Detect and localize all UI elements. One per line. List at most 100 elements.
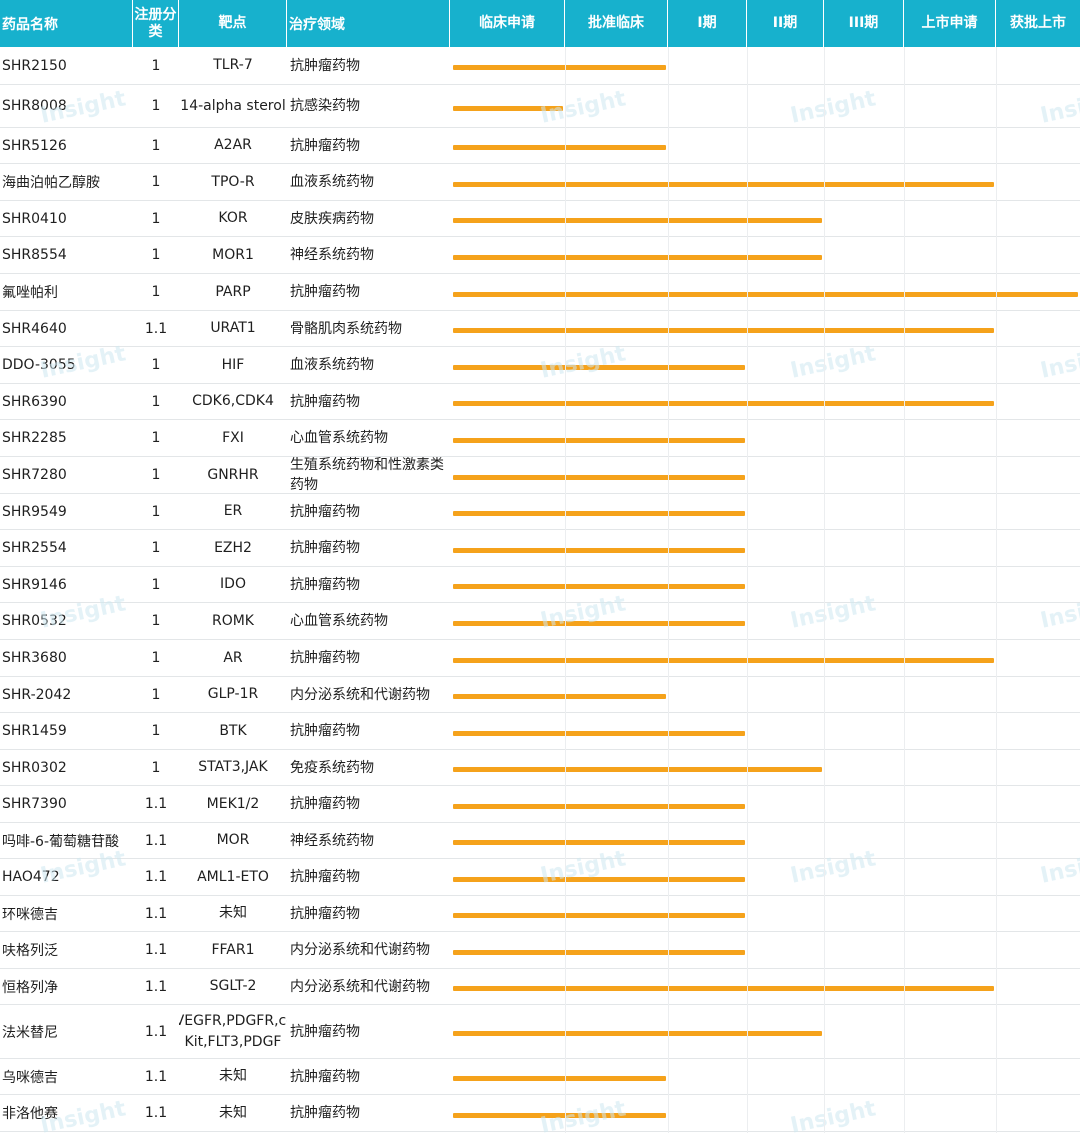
table-row: 非洛他赛 1.1 未知 抗肿瘤药物 [0, 1095, 1080, 1132]
registration-class: 1 [151, 57, 161, 74]
progress-bar [453, 767, 822, 772]
stage-gridline [747, 47, 748, 1133]
drug-name: SHR9146 [2, 576, 67, 593]
table-row: SHR9549 1 ER 抗肿瘤药物 [0, 494, 1080, 530]
header-area: 治疗领域 [287, 0, 450, 47]
therapeutic-area: 抗感染药物 [290, 98, 360, 114]
table-row: DDO-3055 1 HIF 血液系统药物 [0, 347, 1080, 384]
therapeutic-area: 抗肿瘤药物 [290, 284, 360, 300]
therapeutic-area: 免疫系统药物 [290, 759, 374, 776]
progress-bar [453, 292, 1078, 297]
registration-class: 1 [151, 430, 161, 446]
target: STAT3,JAK [198, 759, 268, 775]
table-row: 恒格列净 1.1 SGLT-2 内分泌系统和代谢药物 [0, 969, 1080, 1005]
registration-class: 1 [151, 393, 161, 410]
registration-class: 1 [151, 210, 161, 227]
progress-bar [453, 401, 994, 406]
table-row: SHR8008 1 14-alpha sterol 抗感染药物 [0, 85, 1080, 128]
registration-class: 1 [151, 467, 161, 483]
target: HIF [221, 356, 245, 373]
table-row: 乌咪德吉 1.1 未知 抗肿瘤药物 [0, 1059, 1080, 1095]
progress-bar [453, 840, 745, 845]
drug-name: 环咪德吉 [2, 906, 58, 923]
stage-gridline [904, 47, 905, 1133]
drug-name: SHR5126 [2, 137, 67, 154]
table-row: SHR9146 1 IDO 抗肿瘤药物 [0, 567, 1080, 603]
progress-bar [453, 1113, 666, 1118]
registration-class: 1.1 [144, 796, 168, 812]
table-row: 氟唑帕利 1 PARP 抗肿瘤药物 [0, 274, 1080, 311]
target: BTK [219, 722, 247, 739]
stage-gridline [824, 47, 825, 1133]
target: MEK1/2 [206, 795, 260, 812]
drug-name: 吗啡-6-葡萄糖苷酸 [2, 833, 120, 850]
therapeutic-area: 抗肿瘤药物 [290, 393, 360, 410]
therapeutic-area: 心血管系统药物 [290, 430, 388, 446]
therapeutic-area: 抗肿瘤药物 [290, 1068, 360, 1085]
drug-name: SHR8554 [2, 247, 67, 263]
progress-bar [453, 986, 994, 991]
therapeutic-area: 抗肿瘤药物 [290, 1023, 360, 1040]
therapeutic-area: 心血管系统药物 [290, 613, 388, 629]
registration-class: 1.1 [144, 832, 168, 849]
header-row: 药品名称 注册分类 靶点 治疗领域 临床申请 批准临床 I期 II期 III期 … [0, 0, 1080, 47]
table-row: 法米替尼 1.1 VEGFR,PDGFR,c-Kit,FLT3,PDGF 抗肿瘤药物 [0, 1005, 1080, 1059]
registration-class: 1.1 [144, 978, 168, 995]
therapeutic-area: 内分泌系统和代谢药物 [290, 686, 430, 703]
progress-bar [453, 182, 994, 187]
table-row: SHR0302 1 STAT3,JAK 免疫系统药物 [0, 750, 1080, 786]
table-row: 环咪德吉 1.1 未知 抗肿瘤药物 [0, 896, 1080, 932]
target: TLR-7 [213, 57, 253, 73]
table-row: SHR6390 1 CDK6,CDK4 抗肿瘤药物 [0, 384, 1080, 420]
drug-name: SHR2554 [2, 540, 67, 556]
drug-name: 乌咪德吉 [2, 1069, 58, 1086]
registration-class: 1 [151, 357, 161, 373]
registration-class: 1 [151, 650, 161, 666]
therapeutic-area: 神经系统药物 [290, 832, 374, 849]
drug-name: 非洛他赛 [2, 1106, 58, 1122]
therapeutic-area: 抗肿瘤药物 [290, 796, 360, 812]
target: TPO-R [211, 173, 255, 190]
registration-class: 1 [151, 137, 161, 154]
drug-name: SHR8008 [2, 98, 67, 114]
header-stage-phase3: III期 [824, 0, 904, 47]
progress-bar [453, 106, 563, 111]
header-stage-nda: 上市申请 [904, 0, 996, 47]
table-row: SHR7280 1 GNRHR 生殖系统药物和性激素类药物 [0, 457, 1080, 494]
therapeutic-area: 血液系统药物 [290, 174, 374, 190]
registration-class: 1 [151, 723, 161, 739]
header-stage-approved: 获批上市 [1010, 15, 1066, 31]
target: PARP [215, 283, 251, 300]
therapeutic-area: 抗肿瘤药物 [290, 137, 360, 154]
drug-name: SHR2150 [2, 57, 67, 74]
drug-name: HAO472 [2, 869, 60, 885]
table-row: SHR-2042 1 GLP-1R 内分泌系统和代谢药物 [0, 677, 1080, 713]
header-stage-phase1: I期 [668, 0, 747, 47]
registration-class: 1 [151, 98, 161, 114]
drug-name: 法米替尼 [2, 1024, 58, 1041]
stage-gridline [565, 47, 566, 1133]
target: A2AR [214, 137, 252, 153]
therapeutic-area: 抗肿瘤药物 [290, 723, 360, 739]
registration-class: 1 [151, 174, 161, 190]
registration-class: 1 [151, 613, 161, 629]
registration-class: 1 [151, 686, 161, 703]
progress-bar [453, 694, 666, 699]
table-row: SHR8554 1 MOR1 神经系统药物 [0, 237, 1080, 274]
target: KOR [218, 210, 248, 226]
therapeutic-area: 神经系统药物 [290, 247, 374, 263]
progress-bar [453, 658, 994, 663]
target: MOR [216, 832, 250, 848]
therapeutic-area: 抗肿瘤药物 [290, 540, 360, 556]
target: 14-alpha sterol [180, 97, 286, 114]
header-target: 靶点 [179, 0, 287, 47]
drug-name: 呋格列泛 [2, 943, 58, 959]
drug-name: SHR0302 [2, 759, 67, 776]
progress-bar [453, 1076, 666, 1081]
therapeutic-area: 抗肿瘤药物 [290, 905, 360, 922]
header-stage-clinical-application: 临床申请 [450, 0, 565, 47]
table-row: SHR2150 1 TLR-7 抗肿瘤药物 [0, 47, 1080, 85]
registration-class: 1.1 [144, 1023, 168, 1040]
header-stage-clinical-approval: 批准临床 [565, 0, 668, 47]
progress-bar [453, 731, 745, 736]
